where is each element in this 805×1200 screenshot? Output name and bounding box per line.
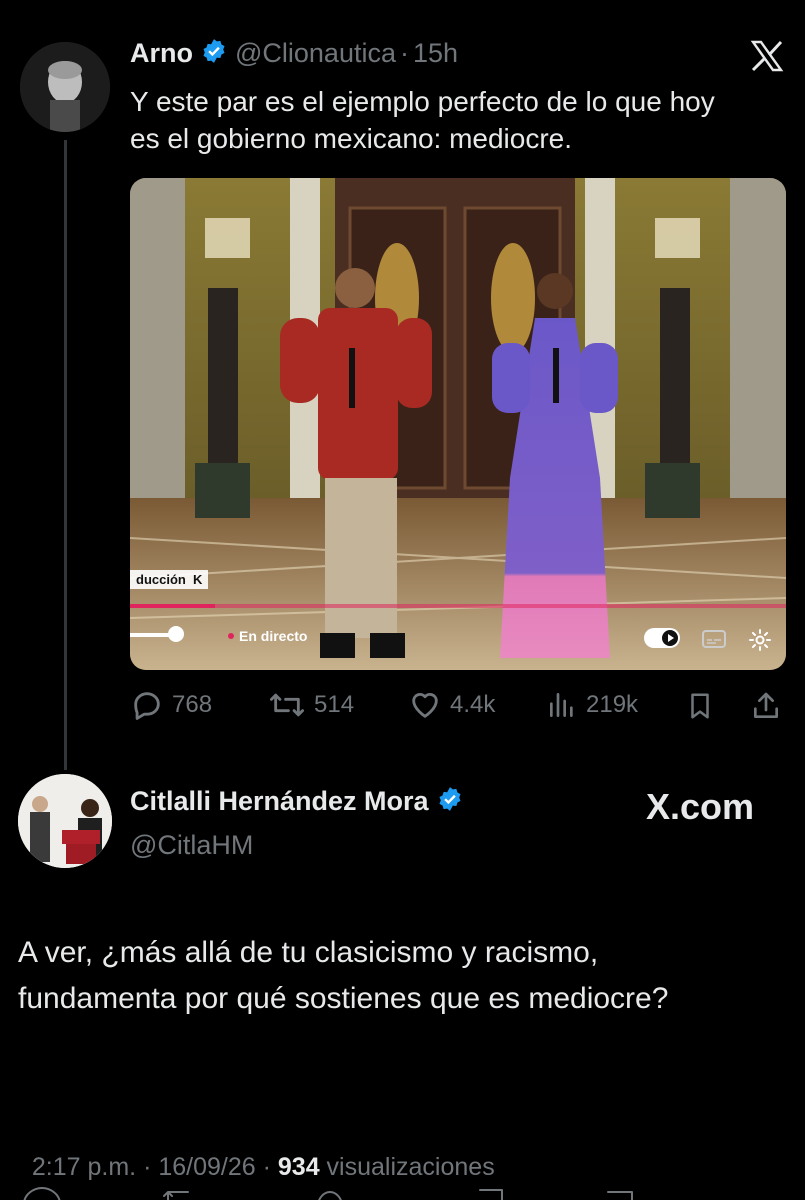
video-progress-fill — [130, 604, 216, 608]
video-progress-track[interactable] — [130, 604, 786, 608]
reply-verified-badge-icon — [437, 786, 463, 817]
seek-handle[interactable] — [168, 626, 184, 642]
reply-icon — [134, 692, 160, 720]
live-indicator: En directo — [228, 628, 307, 644]
tweet-time[interactable]: 15h — [413, 38, 458, 69]
reply-meta: 2:17 p.m. · 16/09/26 · 934 visualizacion… — [18, 1124, 495, 1182]
reply-author-handle[interactable]: @CitlaHM — [130, 830, 253, 861]
reply-views-label: visualizaciones — [319, 1153, 495, 1181]
subtitles-icon[interactable] — [702, 629, 726, 654]
like-count: 4.4k — [450, 691, 496, 718]
reply-author-name[interactable]: Citlalli Hernández Mora — [130, 786, 429, 817]
repost-icon — [269, 693, 304, 717]
tweet-text: Y este par es el ejemplo perfecto de lo … — [130, 86, 715, 154]
author-handle[interactable]: @Clionautica — [235, 38, 396, 69]
reply-views-count: 934 — [277, 1153, 320, 1181]
share-icon[interactable] — [750, 690, 782, 727]
play-icon — [662, 630, 678, 646]
reply-timestamp[interactable]: 2:17 p.m. · 16/09/26 · — [32, 1153, 278, 1181]
verified-badge-icon — [201, 38, 227, 69]
repost-action[interactable]: 514 — [268, 688, 354, 722]
tweet-video[interactable]: ducción K En directo — [130, 178, 786, 670]
views-chart-icon — [550, 693, 573, 717]
settings-gear-icon[interactable] — [748, 628, 772, 657]
like-action[interactable]: 4.4k — [408, 688, 495, 722]
reply-header: Citlalli Hernández Mora — [130, 786, 463, 817]
x-logo-icon[interactable] — [750, 40, 784, 77]
video-overlay-label: ducción K — [130, 570, 209, 589]
autoplay-toggle[interactable] — [644, 628, 680, 648]
reply-actions-row — [18, 1186, 788, 1200]
thread-line — [64, 140, 67, 770]
author-avatar[interactable] — [20, 42, 110, 132]
repost-count: 514 — [314, 691, 355, 718]
live-dot-icon — [228, 633, 234, 639]
header-separator: · — [400, 38, 409, 68]
tweet-header: Arno @Clionautica · 15h — [130, 38, 458, 69]
reply-action[interactable]: 768 — [130, 688, 212, 722]
live-label: En directo — [239, 628, 308, 644]
author-name[interactable]: Arno — [130, 38, 193, 69]
video-frame — [130, 178, 786, 670]
reply-author-avatar[interactable] — [18, 774, 112, 868]
heart-icon — [412, 693, 438, 718]
reply-count: 768 — [172, 691, 213, 718]
views-count: 219k — [586, 691, 639, 718]
bookmark-icon[interactable] — [685, 690, 715, 727]
views-action[interactable]: 219k — [546, 688, 638, 722]
reply-text: A ver, ¿más allá de tu clasicismo y raci… — [18, 936, 669, 1015]
brand-watermark: X.com — [646, 786, 755, 827]
